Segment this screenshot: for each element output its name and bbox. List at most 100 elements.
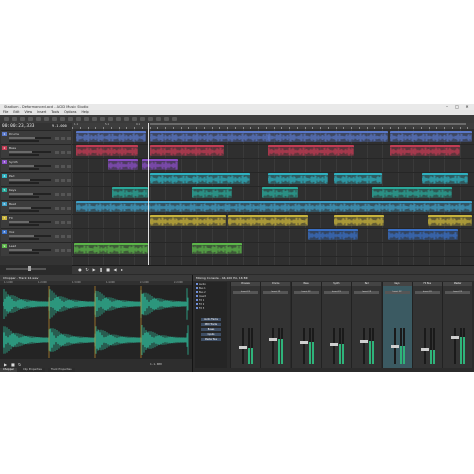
strip-name[interactable]: Keys <box>382 282 412 286</box>
arm-button[interactable] <box>67 137 71 140</box>
mixer-view-button[interactable]: Audio Tracks <box>201 318 221 322</box>
toolbar-button[interactable] <box>116 117 121 121</box>
audio-clip[interactable] <box>428 215 472 226</box>
toolbar-button[interactable] <box>156 117 161 121</box>
strip-name[interactable]: Master <box>443 282 473 286</box>
fader-track[interactable] <box>332 328 335 364</box>
fader-track[interactable] <box>454 328 457 364</box>
zoom-slider-handle[interactable] <box>28 266 31 271</box>
audio-clip[interactable] <box>268 131 388 142</box>
insert-fx-slot[interactable]: Insert FX <box>233 291 258 294</box>
audio-clip[interactable] <box>268 145 354 156</box>
solo-button[interactable] <box>61 249 65 252</box>
volume-slider[interactable] <box>9 249 51 251</box>
track-name[interactable]: Drums <box>9 132 19 136</box>
track-lane[interactable] <box>72 186 474 201</box>
toolbar-button[interactable] <box>76 117 81 121</box>
pan-slider[interactable] <box>9 238 39 240</box>
arm-button[interactable] <box>67 249 71 252</box>
volume-slider[interactable] <box>9 235 51 237</box>
pan-slider[interactable] <box>9 168 39 170</box>
audio-clip[interactable] <box>388 229 458 240</box>
toolbar-button[interactable] <box>164 117 169 121</box>
insert-fx-slot[interactable]: Insert FX <box>323 291 349 294</box>
insert-fx-slot[interactable]: Insert FX <box>445 291 471 294</box>
track-header[interactable]: 6 Beat <box>1 200 71 214</box>
fader-track[interactable] <box>302 328 305 364</box>
audio-clip[interactable] <box>390 131 472 142</box>
volume-slider[interactable] <box>9 207 51 209</box>
fader-handle[interactable] <box>269 337 278 341</box>
track-name[interactable]: Beat <box>9 202 16 206</box>
audio-clip[interactable] <box>228 215 308 226</box>
toolbar-button[interactable] <box>148 117 153 121</box>
audio-clip[interactable] <box>74 243 148 254</box>
toolbar-button[interactable] <box>4 117 9 121</box>
track-header[interactable]: 8 Vox <box>1 228 71 242</box>
mixer-tree-item[interactable]: Bus 2 <box>196 291 226 294</box>
strip-name[interactable]: Drums <box>261 282 291 286</box>
mixer-tree-item[interactable]: Insert <box>196 295 226 298</box>
toolbar-button[interactable] <box>68 117 73 121</box>
mute-button[interactable] <box>55 179 59 182</box>
toolbar-button[interactable] <box>132 117 137 121</box>
insert-fx-slot[interactable]: Insert FX <box>414 291 440 294</box>
loop-icon[interactable]: ↻ <box>85 268 89 272</box>
audio-clip[interactable] <box>262 187 298 198</box>
mixer-strip[interactable]: Synth Insert FX <box>320 282 351 368</box>
pan-slider[interactable] <box>9 252 39 254</box>
track-name[interactable]: Lead <box>9 244 16 248</box>
audio-clip[interactable] <box>150 131 270 142</box>
mute-button[interactable] <box>55 193 59 196</box>
track-lane[interactable] <box>72 158 474 173</box>
mute-button[interactable] <box>55 221 59 224</box>
track-name[interactable]: FX <box>9 216 13 220</box>
track-header[interactable]: 1 Drums <box>1 130 71 144</box>
loop-region[interactable] <box>150 123 466 125</box>
fader-track[interactable] <box>363 328 366 364</box>
track-name[interactable]: Pad <box>9 174 14 178</box>
toolbar-button[interactable] <box>124 117 129 121</box>
volume-slider[interactable] <box>9 193 51 195</box>
mixer-strip[interactable]: Pad Insert FX <box>351 282 382 368</box>
audio-clip[interactable] <box>372 187 452 198</box>
audio-clip[interactable] <box>76 201 472 212</box>
arm-button[interactable] <box>67 193 71 196</box>
track-lane[interactable] <box>72 144 474 159</box>
mixer-strip[interactable]: Keys Insert FX <box>381 282 412 368</box>
chopper-stop-icon[interactable]: ■ <box>11 362 15 367</box>
tab-chopper[interactable]: Chopper <box>0 368 17 372</box>
toolbar-button[interactable] <box>100 117 105 121</box>
track-lane[interactable] <box>72 130 474 145</box>
mute-button[interactable] <box>55 235 59 238</box>
mixer-strip[interactable]: Preview Insert FX <box>230 282 260 368</box>
solo-button[interactable] <box>61 137 65 140</box>
audio-clip[interactable] <box>192 243 242 254</box>
playhead-cursor[interactable] <box>148 123 149 265</box>
audio-clip[interactable] <box>268 173 328 184</box>
mute-button[interactable] <box>55 151 59 154</box>
track-header[interactable]: 2 Bass <box>1 144 71 158</box>
insert-fx-slot[interactable]: Insert FX <box>384 291 410 294</box>
fader-track[interactable] <box>423 328 426 364</box>
mute-button[interactable] <box>55 207 59 210</box>
fader-handle[interactable] <box>239 346 247 350</box>
pan-slider[interactable] <box>9 154 39 156</box>
pan-slider[interactable] <box>9 140 39 142</box>
volume-slider[interactable] <box>9 179 51 181</box>
toolbar-button[interactable] <box>12 117 17 121</box>
insert-fx-slot[interactable]: Insert FX <box>263 291 289 294</box>
tab-clip-properties[interactable]: Clip Properties <box>20 368 45 372</box>
audio-clip[interactable] <box>150 145 224 156</box>
insert-fx-slot[interactable]: Insert FX <box>354 291 380 294</box>
toolbar-button[interactable] <box>172 117 177 121</box>
mixer-strip[interactable]: Bass Insert FX <box>290 282 321 368</box>
track-lane[interactable] <box>72 172 474 187</box>
toolbar-button[interactable] <box>140 117 145 121</box>
pan-slider[interactable] <box>9 210 39 212</box>
volume-slider[interactable] <box>9 137 51 139</box>
fader-handle[interactable] <box>420 347 429 351</box>
rewind-icon[interactable]: ◀ <box>113 268 117 272</box>
mixer-strip[interactable]: Drums Insert FX <box>260 282 291 368</box>
arm-button[interactable] <box>67 235 71 238</box>
